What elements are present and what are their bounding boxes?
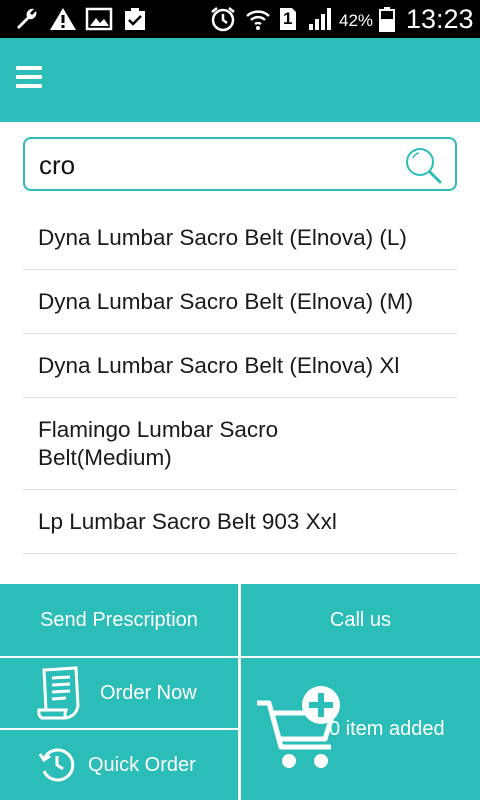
sim-number: 1 [283,9,293,28]
order-now-button[interactable]: Order Now [0,658,238,728]
bottom-action-panel: Send Prescription Call us Order Now Quic… [0,584,480,800]
signal-icon [306,6,334,32]
quick-order-label: Quick Order [88,753,196,776]
result-item[interactable]: Dyna Lumbar Sacro Belt (Elnova) Xl [23,334,457,398]
warning-icon [48,6,78,32]
search-icon[interactable] [403,145,443,185]
cart-button[interactable]: 0 item added [241,658,480,800]
status-time: 13:23 [406,4,474,34]
search-box [23,137,457,191]
send-prescription-button[interactable]: Send Prescription [0,584,238,656]
checklist-icon [120,6,150,32]
order-now-label: Order Now [100,681,197,704]
result-item-label: Flamingo Lumbar Sacro Belt(Medium) [38,416,279,470]
status-bar: 1 42% 13:23 [0,0,480,38]
wifi-icon [244,6,272,32]
alarm-icon [208,6,238,32]
wrench-icon [12,6,42,32]
clock-history-icon [38,746,76,784]
battery-icon [378,6,396,32]
result-item[interactable]: Flamingo Lumbar Sacro Belt(Medium) [23,398,457,490]
hamburger-menu-icon[interactable] [16,66,44,90]
call-us-label: Call us [329,608,392,631]
send-prescription-label: Send Prescription [40,608,198,631]
app-bar [0,38,480,122]
result-item[interactable]: Dyna Lumbar Sacro Belt (Elnova) (M) [23,270,457,334]
result-item[interactable]: Dyna Lumbar Sacro Belt (Elnova) (L) [23,206,457,270]
search-results-list: Dyna Lumbar Sacro Belt (Elnova) (L) Dyna… [23,206,457,554]
call-us-button[interactable]: Call us [241,584,480,656]
cart-status-label: 0 item added [329,717,445,740]
image-icon [84,6,114,32]
search-input[interactable] [39,147,399,183]
battery-percent: 42% [339,11,374,30]
quick-order-button[interactable]: Quick Order [0,730,238,800]
result-item[interactable]: Lp Lumbar Sacro Belt 903 Xxl [23,490,457,554]
order-document-icon [36,666,88,720]
